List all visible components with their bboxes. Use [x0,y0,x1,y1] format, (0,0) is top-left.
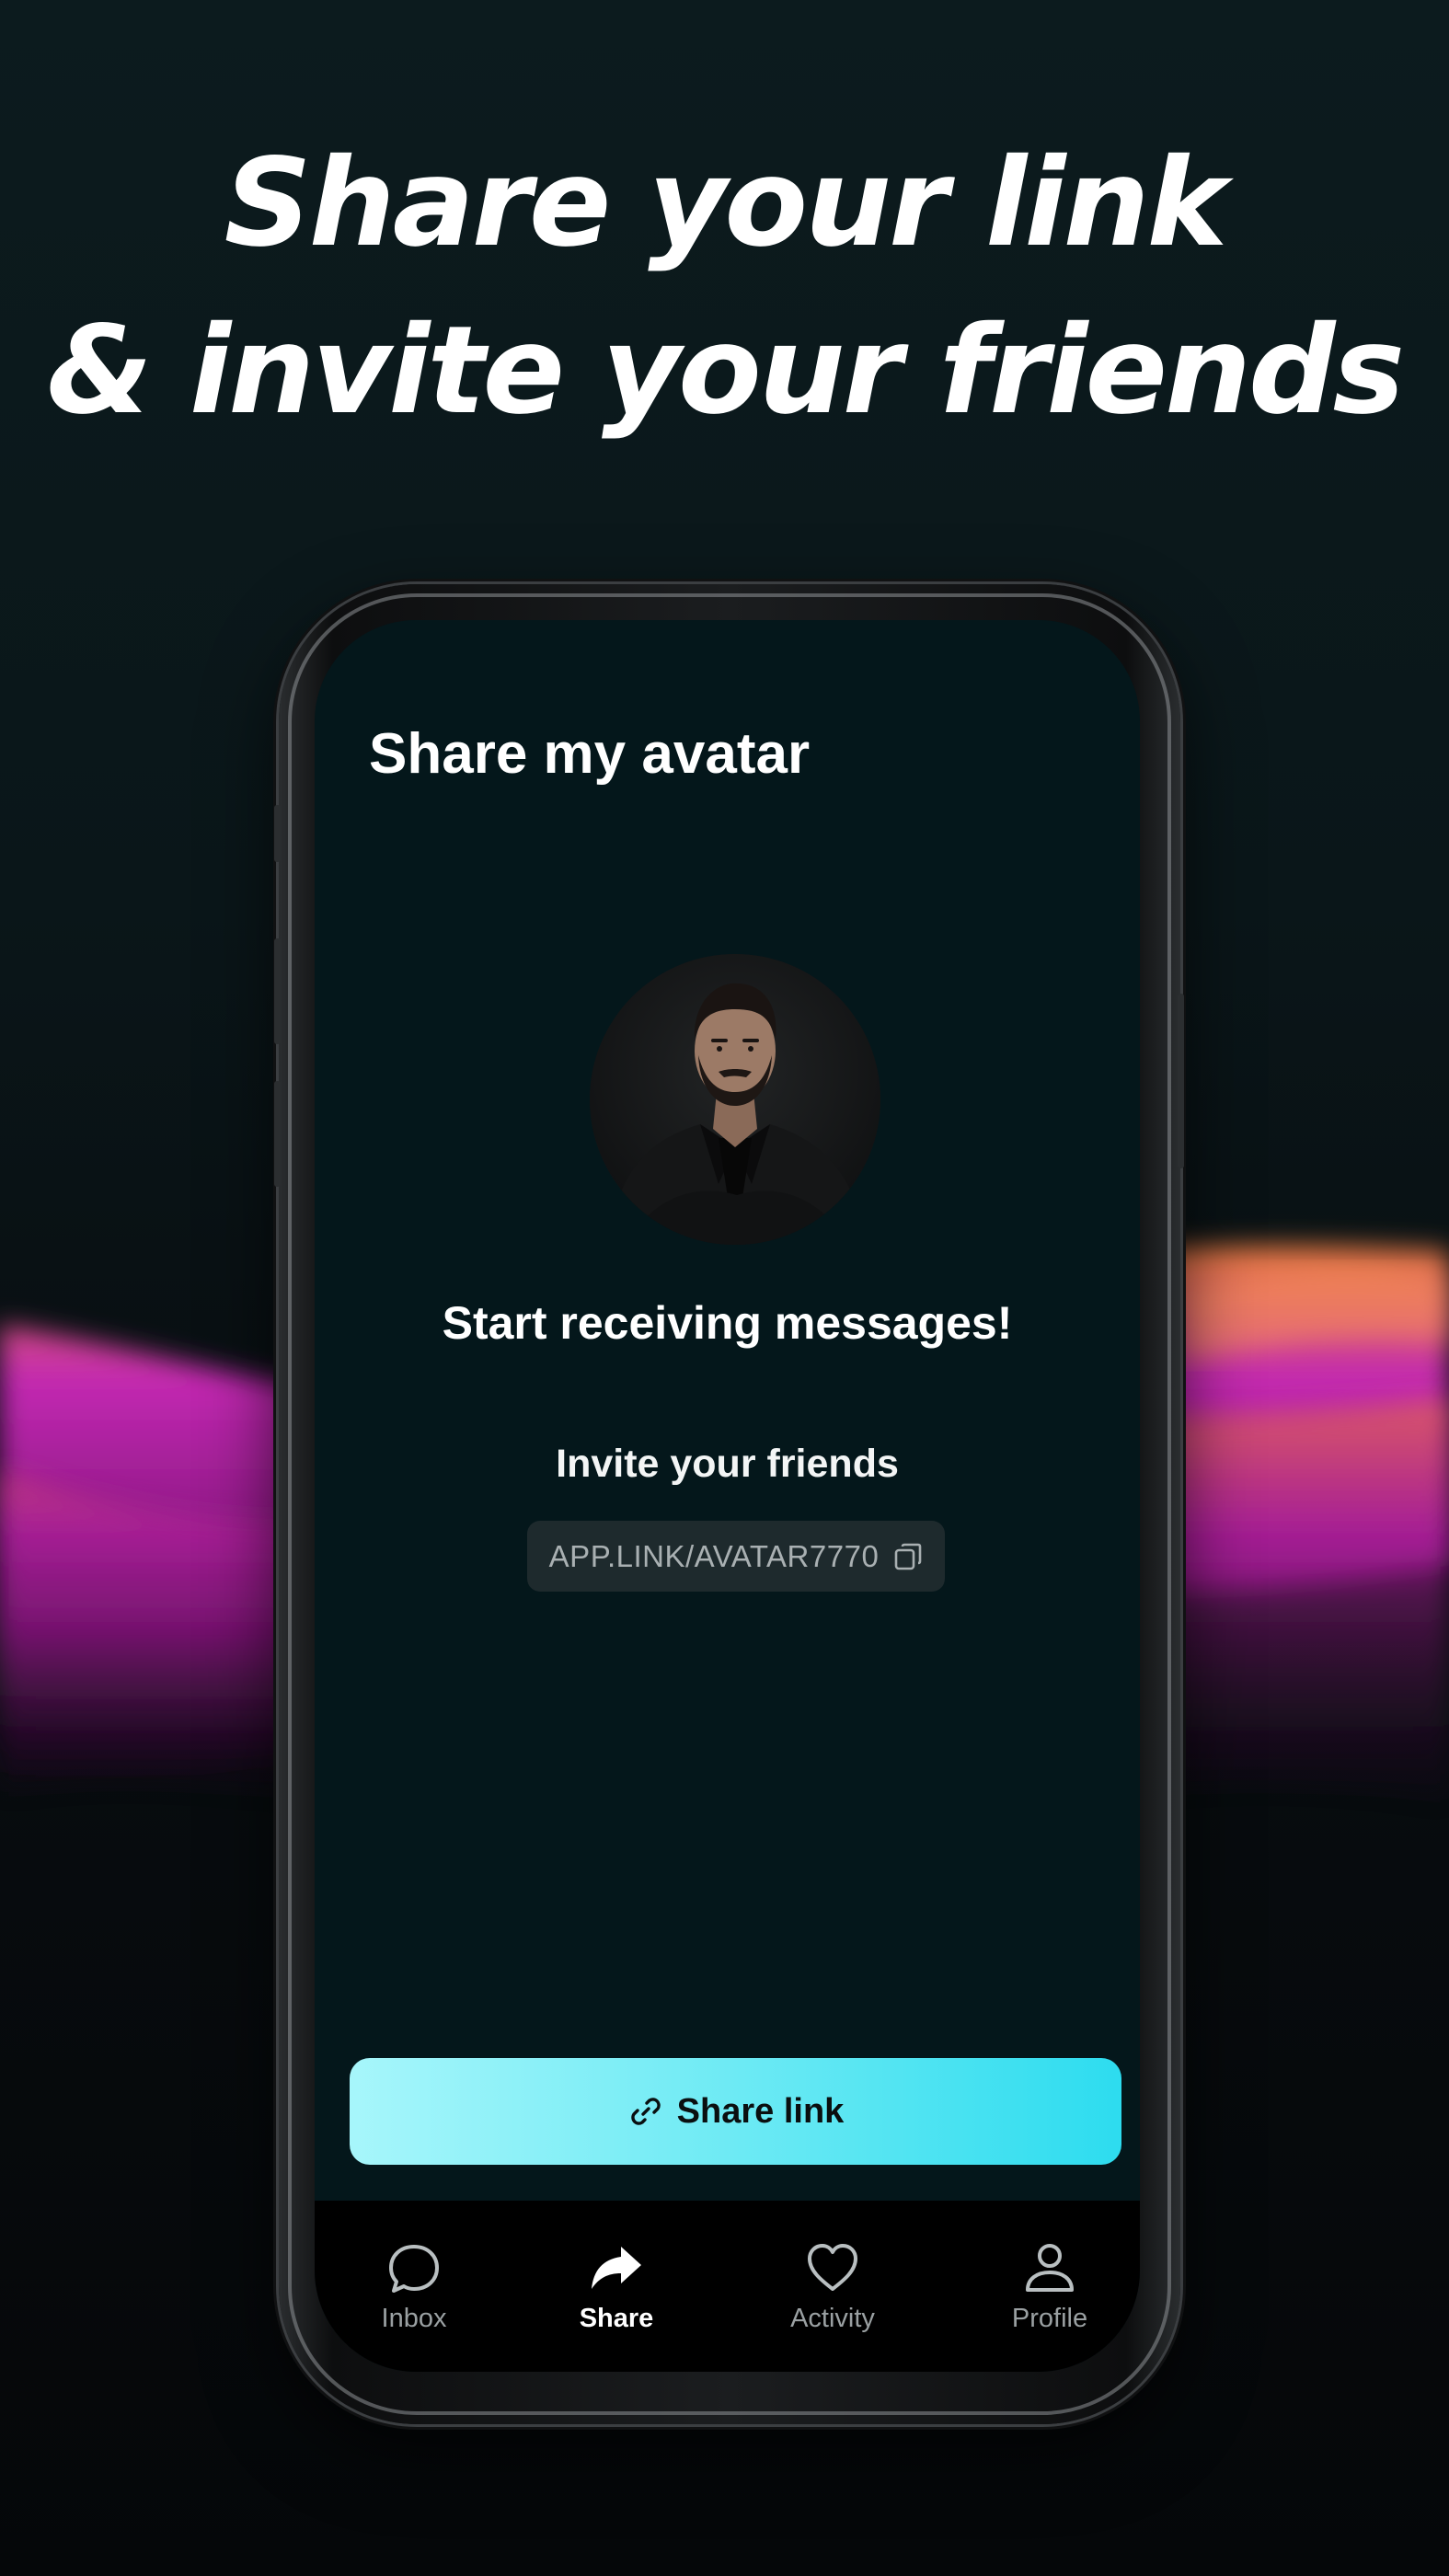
copy-icon[interactable] [893,1542,923,1571]
share-link-button-label: Share link [676,2091,845,2131]
tab-inbox[interactable]: Inbox [336,2237,492,2334]
phone-screen: Share my avatar Start receiving messages… [315,620,1140,2372]
headline-line-2: & invite your friends [46,300,1405,442]
share-link-chip[interactable]: APP.LINK/AVATAR7770 [527,1521,945,1592]
phone-volume-up-button [274,938,281,1044]
tab-activity[interactable]: Activity [754,2237,911,2334]
tab-activity-label: Activity [790,2304,875,2333]
tab-inbox-label: Inbox [381,2304,447,2333]
tab-share[interactable]: Share [538,2237,695,2334]
share-link-text: APP.LINK/AVATAR7770 [548,1538,880,1573]
phone-action-button [274,805,281,862]
share-arrow-icon [592,2247,641,2289]
page-title: Share my avatar [369,722,811,786]
chat-bubble-icon [389,2245,439,2293]
phone-volume-down-button [274,1081,281,1187]
share-link-button[interactable]: Share link [350,2058,1121,2165]
tab-profile[interactable]: Profile [972,2237,1128,2334]
start-receiving-heading: Start receiving messages! [442,1297,1013,1349]
phone-power-button [1178,994,1184,1168]
person-icon [1026,2244,1074,2292]
bottom-tab-bar: Inbox Share Activity Profile [315,2201,1140,2372]
invite-friends-label: Invite your friends [556,1442,899,1486]
tab-profile-label: Profile [1011,2304,1088,2333]
avatar-photo [590,954,880,1245]
heart-icon [808,2244,857,2291]
tab-share-label: Share [579,2304,654,2333]
headline-line-1: Share your link [224,132,1228,274]
avatar [590,954,880,1245]
link-icon [627,2093,664,2130]
headline: Share your link & invite your friends [0,120,1449,454]
